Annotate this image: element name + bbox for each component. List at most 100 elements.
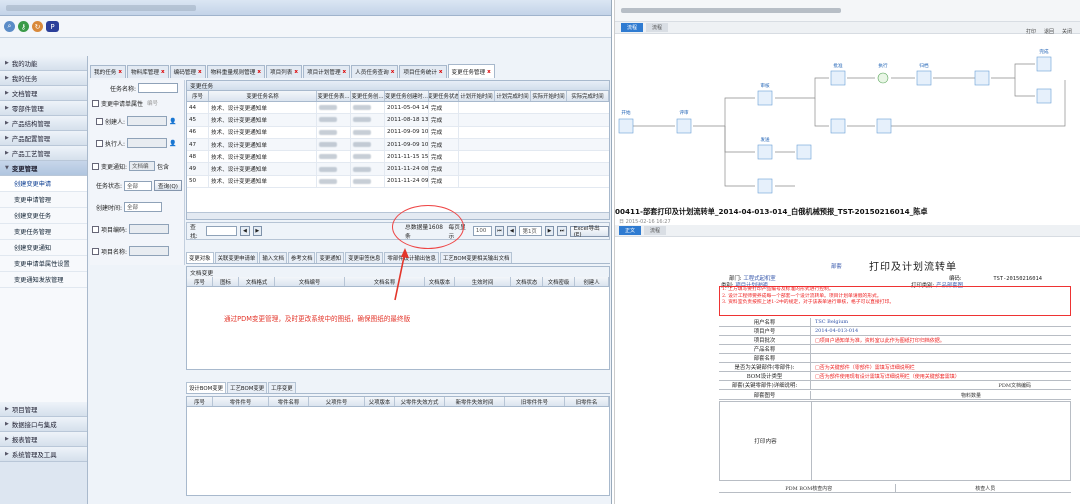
workflow-node[interactable]: 完成: [1036, 48, 1052, 72]
search-icon[interactable]: ⌕: [4, 21, 15, 32]
table-row[interactable]: 45技术、设计变更通知单2011-08-18 13...完成: [187, 114, 609, 127]
subnav-item[interactable]: 创建变更任务: [0, 208, 87, 224]
tab-workflow[interactable]: 流程: [621, 23, 644, 32]
key-icon[interactable]: ⚷: [18, 21, 29, 32]
tab[interactable]: 物料重量规则管理 x: [206, 65, 265, 78]
close-icon[interactable]: x: [198, 69, 202, 75]
nav-item-change-management[interactable]: ▼ 变更管理: [0, 161, 87, 176]
close-icon[interactable]: x: [257, 69, 261, 75]
tab-design-bom[interactable]: 设计BOM变更: [186, 382, 227, 393]
notify-checkbox[interactable]: [92, 162, 99, 170]
workflow-node[interactable]: [796, 144, 812, 160]
workflow-node[interactable]: [757, 178, 773, 194]
project-code-input[interactable]: [129, 224, 170, 234]
next-arrow-icon[interactable]: ▶: [252, 226, 263, 236]
subnav-item[interactable]: 变更通知发放管理: [0, 272, 87, 288]
subnav-item[interactable]: 变更任务管理: [0, 224, 87, 240]
workflow-node[interactable]: 审核: [757, 82, 773, 106]
tab[interactable]: 关联变更申请单: [214, 252, 259, 263]
nav-item[interactable]: ▶ 项目管理: [0, 402, 87, 417]
project-code-checkbox[interactable]: [92, 225, 99, 233]
notify-select[interactable]: 文档编: [129, 161, 156, 171]
table-row[interactable]: 46技术、设计变更通知单2011-09-09 10...完成: [187, 126, 609, 139]
workflow-node[interactable]: 批准: [830, 62, 846, 86]
workflow-node[interactable]: [1036, 88, 1052, 104]
print-button[interactable]: 打印: [1026, 28, 1036, 35]
nav-item[interactable]: ▶ 文档管理: [0, 86, 87, 101]
tab[interactable]: 工艺BOM变更相关输出文档: [439, 252, 513, 263]
tab[interactable]: 项目计划管理 x: [302, 65, 351, 78]
user-icon[interactable]: 👤: [169, 118, 176, 125]
creator-input[interactable]: [127, 116, 168, 126]
nav-item[interactable]: ▶ 报表管理: [0, 432, 87, 447]
workflow-node[interactable]: 发送: [757, 136, 773, 160]
close-icon[interactable]: x: [161, 69, 165, 75]
close-icon[interactable]: x: [439, 69, 443, 75]
close-button[interactable]: 关闭: [1062, 28, 1072, 35]
tab[interactable]: 输入文档: [259, 252, 287, 263]
nav-item[interactable]: ▶ 我的任务: [0, 71, 87, 86]
per-page-select[interactable]: 100: [472, 226, 492, 236]
close-icon[interactable]: x: [391, 69, 395, 75]
workflow-node[interactable]: 执行: [877, 62, 889, 84]
tab-flow[interactable]: 流程: [644, 226, 667, 235]
project-name-checkbox[interactable]: [92, 247, 99, 255]
subnav-item[interactable]: 变更申请管理: [0, 192, 87, 208]
nav-item[interactable]: ▶ 产品结构管理: [0, 116, 87, 131]
creator-checkbox[interactable]: [96, 117, 103, 125]
close-icon[interactable]: x: [294, 69, 298, 75]
executor-input[interactable]: [127, 138, 168, 148]
nav-item[interactable]: ▶ 产品配置管理: [0, 131, 87, 146]
tab-change-object[interactable]: 变更对象: [186, 252, 214, 263]
project-name-input[interactable]: [129, 246, 170, 256]
tab-change-task-management[interactable]: 变更任务管理 x: [447, 64, 495, 78]
subnav-item[interactable]: 变更申请单属性设置: [0, 256, 87, 272]
tab-process-change[interactable]: 工序变更: [268, 382, 296, 393]
subnav-item[interactable]: 创建变更通知: [0, 240, 87, 256]
subnav-item[interactable]: 创建变更申请: [0, 176, 87, 192]
next-page-icon[interactable]: ▶: [544, 226, 555, 236]
tab[interactable]: 变更通知: [316, 252, 345, 263]
workflow-node[interactable]: [876, 118, 892, 134]
tab[interactable]: 参考文档: [287, 252, 316, 263]
task-name-input[interactable]: [138, 83, 179, 93]
workflow-node[interactable]: 归档: [916, 62, 932, 86]
workflow-node[interactable]: 评审: [676, 109, 692, 134]
table-row[interactable]: 50技术、设计变更通知单2011-11-24 09...完成: [187, 175, 609, 189]
tab[interactable]: 我的任务 x: [90, 65, 126, 78]
nav-item[interactable]: ▶ 我的功能: [0, 56, 87, 71]
excel-export-button[interactable]: Excel导出(E): [569, 225, 610, 238]
workflow-node-start[interactable]: 开始: [618, 109, 634, 134]
tab[interactable]: 项目任务统计 x: [399, 65, 447, 78]
tab[interactable]: 变更审签信息: [345, 252, 384, 263]
table-row[interactable]: 44技术、设计变更通知单2011-05-04 14...完成: [187, 102, 609, 115]
tab[interactable]: 编码管理 x: [169, 65, 206, 78]
close-icon[interactable]: x: [118, 69, 122, 75]
table-row[interactable]: 48技术、设计变更通知单2011-11-15 15...完成: [187, 151, 609, 164]
table-row[interactable]: 49技术、设计变更通知单2011-11-24 08...完成: [187, 163, 609, 176]
page-select[interactable]: 第1页: [519, 226, 542, 236]
last-page-icon[interactable]: ⏭: [557, 226, 567, 236]
apply-attr-checkbox[interactable]: [92, 99, 99, 107]
prev-arrow-icon[interactable]: ◀: [240, 226, 250, 236]
query-button[interactable]: 查询(Q): [154, 180, 182, 191]
table-row[interactable]: 47技术、设计变更通知单2011-09-09 10...完成: [187, 138, 609, 152]
close-icon[interactable]: x: [343, 69, 347, 75]
first-page-icon[interactable]: ⏮: [494, 226, 505, 236]
nav-item[interactable]: ▶ 数据接口与集成: [0, 417, 87, 432]
refresh-icon[interactable]: ↻: [32, 21, 43, 32]
back-button[interactable]: 退回: [1044, 28, 1054, 35]
prev-page-icon[interactable]: ◀: [507, 226, 517, 236]
tab[interactable]: 项目列表 x: [265, 65, 302, 78]
executor-checkbox[interactable]: [96, 139, 103, 147]
close-icon[interactable]: x: [487, 69, 491, 75]
user-icon[interactable]: 👤: [169, 140, 176, 147]
find-input[interactable]: [205, 226, 238, 236]
tab[interactable]: 流程: [646, 23, 669, 32]
nav-item[interactable]: ▶ 零部件管理: [0, 101, 87, 116]
tab-body[interactable]: 正文: [619, 226, 642, 235]
nav-item[interactable]: ▶ 系统管理及工具: [0, 447, 87, 462]
tab[interactable]: 物料库管理 x: [127, 65, 169, 78]
tab-process-bom[interactable]: 工艺BOM变更: [227, 382, 268, 393]
tab[interactable]: 人员任务查询 x: [351, 65, 399, 78]
